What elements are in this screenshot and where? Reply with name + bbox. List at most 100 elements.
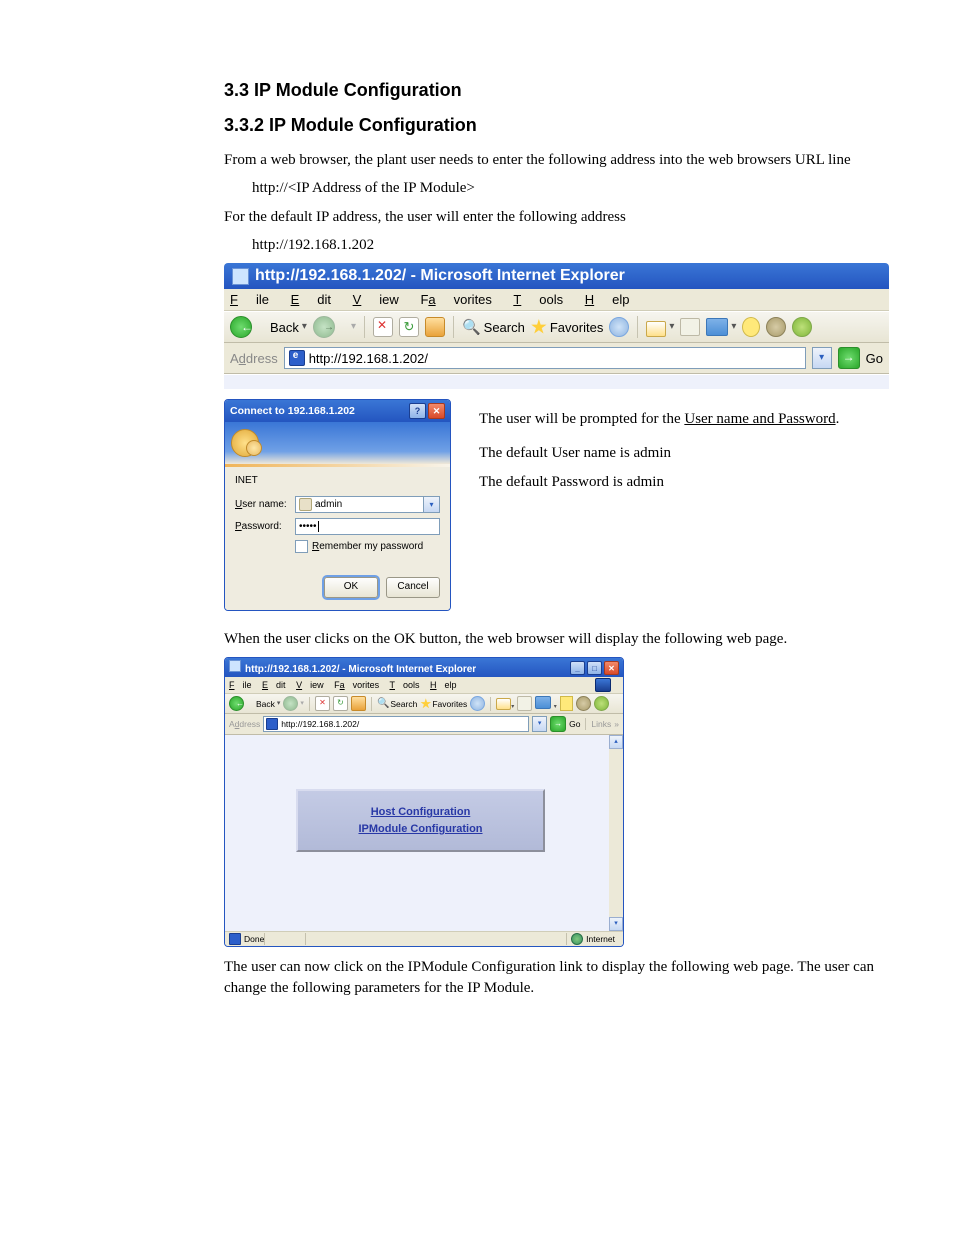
- address-field[interactable]: http://192.168.1.202/: [284, 347, 806, 369]
- refresh-icon[interactable]: ↻: [399, 317, 419, 337]
- menu-file[interactable]: File: [229, 680, 252, 690]
- para-7: The default Password is admin: [479, 472, 884, 492]
- menu-edit[interactable]: Edit: [262, 680, 286, 690]
- home-icon[interactable]: [425, 317, 445, 337]
- go-button[interactable]: →: [838, 347, 860, 369]
- section-heading-1: 3.3 IP Module Configuration: [224, 80, 884, 101]
- back-button[interactable]: ←Back ▾: [230, 316, 307, 338]
- menu-view[interactable]: View: [353, 292, 399, 307]
- menu-favorites[interactable]: Favorites: [420, 292, 491, 307]
- favorites-button[interactable]: Favorites: [531, 319, 603, 335]
- screenshot-ie-mini-window: http://192.168.1.202/ - Microsoft Intern…: [224, 657, 624, 947]
- screenshot-auth-dialog: Connect to 192.168.1.202 ? ✕ INET User n…: [224, 399, 451, 611]
- para-4: http://192.168.1.202: [252, 235, 884, 255]
- address-field[interactable]: http://192.168.1.202/: [263, 716, 529, 732]
- auth-banner: [225, 422, 450, 464]
- stop-icon[interactable]: [373, 317, 393, 337]
- address-dropdown[interactable]: ▾: [812, 347, 832, 369]
- security-zone: Internet: [566, 933, 619, 945]
- ie-favicon: [266, 718, 278, 730]
- forward-button[interactable]: → ▾: [313, 316, 356, 338]
- cancel-button[interactable]: Cancel: [386, 577, 440, 598]
- discuss-icon[interactable]: [576, 696, 591, 711]
- links-label[interactable]: Links: [591, 719, 611, 729]
- username-label: User name:: [235, 499, 295, 510]
- ie-favicon: [229, 933, 241, 945]
- menu-view[interactable]: View: [296, 680, 324, 690]
- forward-button[interactable]: ▾: [283, 696, 304, 711]
- para-1: From a web browser, the plant user needs…: [224, 150, 884, 170]
- auth-title: Connect to 192.168.1.202: [230, 405, 355, 417]
- link-host-configuration[interactable]: Host Configuration: [298, 806, 543, 818]
- para-6: The default User name is admin: [479, 443, 884, 463]
- mini-titlebar: http://192.168.1.202/ - Microsoft Intern…: [225, 658, 623, 677]
- window-close-button[interactable]: ✕: [604, 661, 619, 675]
- scroll-down-icon[interactable]: ▾: [609, 917, 623, 931]
- menu-help[interactable]: Help: [585, 292, 630, 307]
- section-heading-2: 3.3.2 IP Module Configuration: [224, 115, 884, 136]
- ie-titlebar: http://192.168.1.202/ - Microsoft Intern…: [224, 263, 889, 289]
- mail-button[interactable]: ▾: [496, 697, 514, 711]
- ie-window-title: http://192.168.1.202/ - Microsoft Intern…: [255, 267, 625, 285]
- para-5: The user will be prompted for the User n…: [479, 409, 884, 429]
- menu-help[interactable]: Help: [430, 680, 457, 690]
- window-help-button[interactable]: ?: [409, 403, 426, 419]
- window-close-button[interactable]: ✕: [428, 403, 445, 419]
- go-label: Go: [569, 719, 580, 729]
- scrollbar[interactable]: ▴ ▾: [609, 735, 623, 931]
- address-value: http://192.168.1.202/: [309, 351, 428, 366]
- refresh-icon[interactable]: ↻: [333, 696, 348, 711]
- ie-toolbar: ←Back ▾ → ▾ ↻ 🔍Search Favorites ▾ ▾: [224, 311, 889, 343]
- mail-button[interactable]: ▾: [646, 319, 674, 335]
- mini-toolbar: ←Back ▾ ▾ ✕ ↻ 🔍Search Favorites ▾ ▾: [225, 694, 623, 714]
- edit-button[interactable]: ▾: [535, 696, 556, 711]
- globe-icon: [571, 933, 583, 945]
- window-maximize-button[interactable]: □: [587, 661, 602, 675]
- remember-checkbox[interactable]: [295, 540, 308, 553]
- auth-titlebar: Connect to 192.168.1.202 ? ✕: [225, 400, 450, 422]
- ie-address-bar: Address http://192.168.1.202/ ▾ → Go: [224, 343, 889, 374]
- history-icon[interactable]: [609, 317, 629, 337]
- menu-edit[interactable]: Edit: [291, 292, 331, 307]
- status-text: Done: [244, 934, 264, 944]
- stop-icon[interactable]: ✕: [315, 696, 330, 711]
- user-icon: [299, 498, 312, 511]
- para-2: http://<IP Address of the IP Module>: [252, 178, 884, 198]
- keys-icon: [231, 429, 259, 457]
- link-ipmodule-configuration[interactable]: IPModule Configuration: [298, 823, 543, 835]
- menu-favorites[interactable]: Favorites: [334, 680, 379, 690]
- address-label: Address: [230, 351, 278, 366]
- back-button[interactable]: ←Back ▾: [229, 696, 280, 711]
- ie-page-icon: [232, 268, 249, 285]
- history-icon[interactable]: [470, 696, 485, 711]
- favorites-button[interactable]: Favorites: [420, 698, 467, 709]
- menu-tools[interactable]: Tools: [513, 292, 563, 307]
- username-field[interactable]: admin: [295, 496, 440, 513]
- window-minimize-button[interactable]: _: [570, 661, 585, 675]
- config-panel: Host Configuration IPModule Configuratio…: [296, 789, 545, 852]
- messenger-icon[interactable]: [792, 317, 812, 337]
- print-icon[interactable]: [680, 318, 700, 336]
- go-button[interactable]: →: [550, 716, 566, 732]
- auth-realm: INET: [235, 475, 440, 486]
- scroll-up-icon[interactable]: ▴: [609, 735, 623, 749]
- search-button[interactable]: 🔍Search: [462, 318, 525, 336]
- mini-statusbar: Done Internet: [225, 931, 623, 946]
- ok-button[interactable]: OK: [324, 577, 378, 598]
- mini-menubar: File Edit View Favorites Tools Help: [225, 677, 623, 694]
- password-field[interactable]: •••••: [295, 518, 440, 535]
- menu-file[interactable]: File: [230, 292, 269, 307]
- ie-favicon: [289, 350, 305, 366]
- messenger-icon[interactable]: [594, 696, 609, 711]
- search-button[interactable]: 🔍Search: [377, 698, 417, 709]
- discuss-icon[interactable]: [766, 317, 786, 337]
- notes-icon[interactable]: [742, 317, 760, 337]
- print-icon[interactable]: [517, 696, 532, 711]
- username-dropdown[interactable]: ▾: [423, 497, 439, 512]
- address-dropdown[interactable]: ▾: [532, 716, 547, 732]
- home-icon[interactable]: [351, 696, 366, 711]
- menu-tools[interactable]: Tools: [390, 680, 420, 690]
- para-8: When the user clicks on the OK button, t…: [224, 629, 884, 649]
- notes-icon[interactable]: [560, 696, 573, 711]
- edit-button[interactable]: ▾: [706, 318, 736, 336]
